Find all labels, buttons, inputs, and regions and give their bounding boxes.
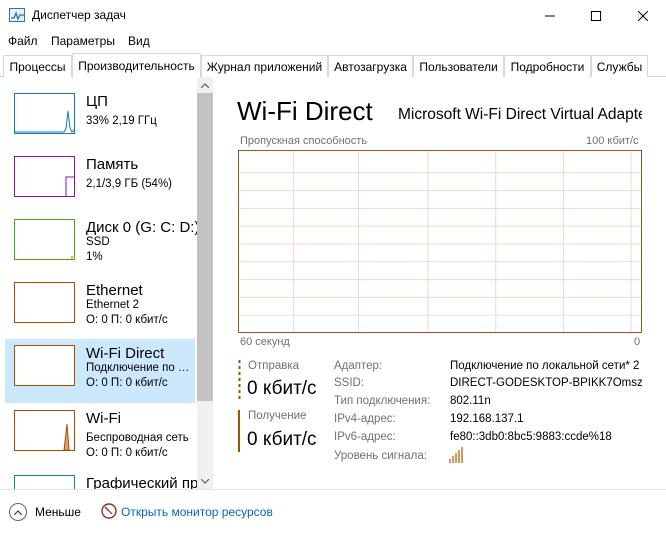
receive-indicator	[238, 410, 240, 452]
sidebar-item-wifi-direct[interactable]: Wi-Fi Direct Подключение по … О: 0 П: 0 …	[5, 339, 195, 403]
scroll-up-arrow[interactable]	[197, 77, 213, 93]
detail-value-adapter: Подключение по локальной сети* 2	[450, 360, 640, 372]
signal-strength-icon	[449, 447, 463, 463]
minimize-icon	[545, 15, 555, 16]
adapter-title: Wi-Fi Direct	[237, 96, 373, 126]
sidebar-item-sub: О: 0 П: 0 кбит/с	[86, 447, 168, 459]
tab-app-history[interactable]: Журнал приложений	[201, 55, 328, 77]
sidebar-item-sub: 33% 2,19 ГГц	[86, 115, 157, 127]
footer-bar: Меньше Открыть монитор ресурсов	[0, 489, 666, 536]
send-value: 0 кбит/с	[247, 378, 317, 399]
wifi-direct-mini-graph	[14, 345, 75, 386]
tab-bar: Процессы Производительность Журнал прило…	[0, 53, 666, 78]
performance-sidebar: ЦП 33% 2,19 ГГц Память 2,1/3,9 ГБ (54%) …	[0, 77, 213, 489]
sidebar-item-sub: Ethernet 2	[86, 299, 140, 311]
open-resource-monitor-link[interactable]: Открыть монитор ресурсов	[121, 505, 273, 519]
chevron-up-icon	[201, 82, 209, 88]
sidebar-item-title: ЦП	[86, 93, 108, 110]
throughput-graph	[238, 150, 642, 333]
tab-users[interactable]: Пользователи	[413, 55, 504, 77]
sidebar-item-title: Память	[86, 156, 139, 173]
fewer-details-label[interactable]: Меньше	[35, 505, 81, 519]
detail-value-ipv6: fe80::3db0:8bc5:9883:ccde%18	[450, 431, 612, 443]
task-manager-icon	[9, 8, 25, 22]
receive-value: 0 кбит/с	[247, 429, 317, 450]
detail-key-ssid: SSID:	[334, 377, 365, 389]
resource-monitor-icon[interactable]	[101, 503, 117, 519]
tab-services[interactable]: Службы	[591, 55, 648, 77]
detail-key-signal: Уровень сигнала:	[334, 450, 427, 462]
sidebar-item-gpu[interactable]: Графический процессор	[5, 469, 213, 489]
chevron-up-icon	[14, 509, 22, 515]
adapter-description: Microsoft Wi-Fi Direct Virtual Adapter #…	[398, 106, 642, 123]
window-title: Диспетчер задач	[32, 8, 126, 22]
memory-mini-graph	[14, 156, 75, 197]
sidebar-item-memory[interactable]: Память 2,1/3,9 ГБ (54%)	[5, 150, 195, 214]
fewer-details-button[interactable]	[9, 503, 27, 521]
ethernet-mini-graph	[14, 282, 75, 323]
graph-label-throughput: Пропускная способность	[240, 135, 368, 147]
sidebar-scrollbar[interactable]	[197, 77, 213, 489]
sidebar-item-sub: 2,1/3,9 ГБ (54%)	[86, 178, 173, 190]
wifi-mini-graph	[14, 410, 75, 451]
maximize-button[interactable]	[573, 0, 619, 31]
sidebar-item-title: Графический процессор	[86, 475, 213, 489]
sidebar-item-title: Wi-Fi	[86, 410, 121, 427]
sidebar-item-sub: SSD	[86, 236, 110, 248]
tab-processes[interactable]: Процессы	[3, 55, 72, 77]
send-indicator	[238, 360, 241, 402]
detail-value-ssid: DIRECT-GODESKTOP-BPIKK7OmszY	[450, 377, 642, 389]
tab-details[interactable]: Подробности	[504, 55, 591, 77]
sidebar-item-ethernet[interactable]: Ethernet Ethernet 2 О: 0 П: 0 кбит/с	[5, 276, 195, 340]
cpu-mini-graph	[14, 93, 75, 134]
scroll-thumb[interactable]	[197, 93, 213, 401]
sidebar-item-disk[interactable]: Диск 0 (G: C: D:) SSD 1%	[5, 213, 199, 277]
detail-key-connection-type: Тип подключения:	[334, 395, 431, 407]
sidebar-item-title: Wi-Fi Direct	[86, 345, 165, 362]
menu-bar: Файл Параметры Вид	[0, 31, 666, 53]
receive-label: Получение	[248, 410, 307, 422]
gpu-mini-graph	[14, 475, 75, 489]
detail-value-connection-type: 802.11n	[450, 395, 491, 407]
menu-options[interactable]: Параметры	[51, 34, 115, 48]
sidebar-item-wifi[interactable]: Wi-Fi Беспроводная сеть О: 0 П: 0 кбит/с	[5, 404, 195, 468]
tab-startup[interactable]: Автозагрузка	[328, 55, 413, 77]
chevron-down-icon	[201, 478, 209, 484]
graph-zero-label: 0	[634, 336, 641, 348]
sidebar-item-sub: 1%	[86, 251, 103, 263]
sidebar-item-title: Диск 0 (G: C: D:)	[86, 219, 200, 236]
minimize-button[interactable]	[527, 0, 573, 31]
sidebar-item-sub: О: 0 П: 0 кбит/с	[86, 314, 168, 326]
close-button[interactable]	[620, 0, 666, 31]
maximize-icon	[591, 10, 601, 21]
graph-time-label: 60 секунд	[240, 336, 290, 348]
disk-mini-graph	[14, 219, 75, 260]
title-bar[interactable]: Диспетчер задач	[0, 0, 666, 31]
send-label: Отправка	[248, 360, 300, 372]
scroll-down-arrow[interactable]	[197, 473, 213, 489]
detail-key-ipv6: IPv6-адрес:	[334, 431, 396, 443]
menu-view[interactable]: Вид	[128, 34, 150, 48]
close-icon	[638, 10, 648, 21]
sidebar-item-title: Ethernet	[86, 282, 143, 299]
detail-key-ipv4: IPv4-адрес:	[334, 413, 396, 425]
detail-value-ipv4: 192.168.137.1	[450, 413, 524, 425]
sidebar-item-sub: Беспроводная сеть	[86, 432, 189, 444]
graph-label-max: 100 кбит/с	[586, 135, 639, 147]
detail-key-adapter: Адаптер:	[334, 360, 383, 372]
sidebar-item-sub: О: 0 П: 0 кбит/с	[86, 377, 168, 389]
sidebar-item-cpu[interactable]: ЦП 33% 2,19 ГГц	[5, 87, 195, 151]
tab-performance[interactable]: Производительность	[72, 53, 201, 78]
menu-file[interactable]: Файл	[8, 34, 38, 48]
sidebar-item-sub: Подключение по …	[86, 362, 190, 374]
